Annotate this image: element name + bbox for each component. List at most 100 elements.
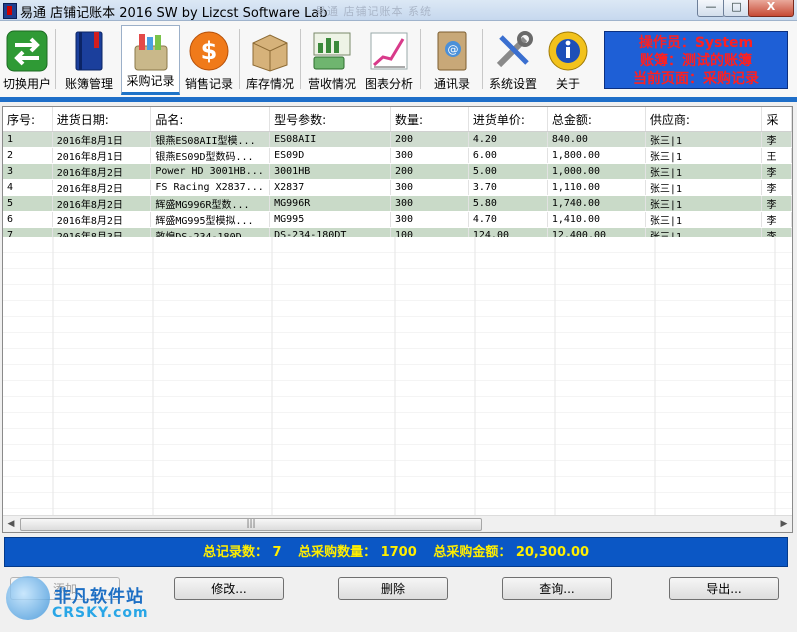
column-header[interactable]: 供应商: (645, 107, 763, 132)
toolbar-revenue-button[interactable]: 营收情况 (304, 25, 360, 95)
title-bar: 易通 店铺记账本 2016 SW by Lizcst Software Lab … (0, 0, 797, 21)
table-row[interactable]: 6 2016年8月2日 辉盛MG995型模拟... MG995 300 4.70… (3, 211, 792, 228)
table-cell: MG996R (269, 195, 391, 212)
toolbar-purchase-button[interactable]: 采购记录 (121, 25, 180, 95)
table-header-row: 序号: 进货日期: 品名: 型号参数: 数量: 进货单价: 总金额: 供应商: … (3, 107, 792, 132)
table-cell: 李 (761, 179, 792, 196)
svg-text:@: @ (448, 43, 459, 56)
table-cell: 1,410.00 (547, 211, 646, 228)
query-button[interactable]: 查询... (502, 577, 612, 600)
toolbar-divider (55, 29, 56, 89)
table-cell: 张三|1 (645, 163, 763, 180)
table-cell: 张三|1 (645, 211, 763, 228)
table-cell: 5.00 (468, 163, 548, 180)
ledger-text: 账簿：测试的账簿 (640, 53, 752, 69)
toolbar-about-button[interactable]: 关于 (542, 25, 594, 95)
table-cell: 4 (3, 179, 53, 196)
close-button[interactable]: X (748, 0, 794, 17)
table-cell: 6.00 (468, 147, 548, 164)
table-cell: Power HD 3001HB... (150, 163, 271, 180)
toolbar-label: 系统设置 (488, 77, 537, 91)
arrows-swap-icon (6, 30, 48, 72)
status-panel: 操作员：System 账簿：测试的账簿 当前页面：采购记录 (604, 31, 788, 89)
table-cell: 2016年8月1日 (52, 131, 152, 148)
records-table: 序号: 进货日期: 品名: 型号参数: 数量: 进货单价: 总金额: 供应商: … (3, 107, 792, 244)
toolbar-divider (482, 29, 483, 89)
table-row[interactable]: 3 2016年8月2日 Power HD 3001HB... 3001HB 20… (3, 163, 792, 180)
toolbar-label: 库存情况 (245, 77, 294, 91)
table-row[interactable]: 4 2016年8月2日 FS Racing X2837... X2837 300… (3, 179, 792, 196)
table-cell: 2 (3, 147, 53, 164)
table-cell: 张三|1 (645, 147, 763, 164)
column-header[interactable]: 进货日期: (52, 107, 152, 132)
operator-text: 操作员：System (638, 35, 754, 51)
toolbar-divider (300, 29, 301, 89)
toolbar-label: 切换用户 (2, 77, 51, 91)
column-header[interactable]: 型号参数: (269, 107, 391, 132)
faded-title-text: 易通 店铺记账本 系统 (315, 5, 432, 18)
table-cell: 1,110.00 (547, 179, 646, 196)
total-amount: 总采购金额： 20,300.00 (433, 545, 590, 560)
table-row[interactable]: 5 2016年8月2日 辉盛MG996R型数... MG996R 300 5.8… (3, 195, 792, 212)
book-icon (75, 31, 103, 71)
column-header[interactable]: 采 (761, 107, 792, 132)
scroll-right-arrow-icon[interactable]: ▶ (776, 516, 792, 532)
column-header[interactable]: 数量: (390, 107, 469, 132)
toolbar-switch-user-button[interactable]: 切换用户 (1, 25, 53, 95)
toolbar-accent-strip (0, 97, 797, 102)
maximize-button[interactable]: □ (723, 0, 750, 17)
table-cell: 3001HB (269, 163, 391, 180)
app-book-icon (3, 3, 17, 19)
tools-icon (496, 31, 533, 68)
table-row[interactable]: 2 2016年8月1日 银燕ES09D型数码... ES09D 300 6.00… (3, 147, 792, 164)
table-cell: 2016年8月2日 (52, 179, 152, 196)
box-icon (252, 34, 288, 72)
minimize-button[interactable]: — (697, 0, 725, 17)
toolbar-settings-button[interactable]: 系统设置 (485, 25, 541, 95)
table-cell: 张三|1 (645, 195, 763, 212)
purchase-records-table[interactable]: 序号: 进货日期: 品名: 型号参数: 数量: 进货单价: 总金额: 供应商: … (2, 106, 793, 533)
horizontal-scrollbar[interactable]: ◀ ||| ▶ (3, 515, 792, 532)
table-cell: 辉盛MG995型模拟... (150, 211, 271, 228)
address-book-icon: @ (437, 31, 467, 71)
column-header[interactable]: 品名: (150, 107, 271, 132)
watermark-domain: CRSKY.com (52, 605, 149, 621)
table-cell: ES09D (269, 147, 391, 164)
table-cell: 1,800.00 (547, 147, 646, 164)
column-header[interactable]: 总金额: (547, 107, 646, 132)
toolbar-divider (420, 29, 421, 89)
toolbar-contacts-button[interactable]: @ 通讯录 (424, 25, 480, 95)
table-cell: 张三|1 (645, 131, 763, 148)
scrollbar-thumb[interactable]: ||| (20, 518, 482, 531)
table-cell: 4.20 (468, 131, 548, 148)
table-cell: 3.70 (468, 179, 548, 196)
line-chart-icon (370, 32, 408, 70)
empty-grid-lines (52, 237, 776, 515)
export-button[interactable]: 导出... (669, 577, 779, 600)
info-icon (548, 31, 588, 71)
column-header[interactable]: 进货单价: (468, 107, 548, 132)
dollar-icon: $ (189, 31, 229, 71)
watermark-logo-icon (6, 576, 50, 620)
site-watermark: 非凡软件站 CRSKY.com (2, 572, 172, 630)
toolbar-divider (239, 29, 240, 89)
current-page-text: 当前页面：采购记录 (633, 71, 759, 87)
summary-bar: 总记录数： 7 总采购数量： 1700 总采购金额： 20,300.00 (4, 537, 788, 567)
scroll-left-arrow-icon[interactable]: ◀ (3, 516, 19, 532)
table-cell: 4.70 (468, 211, 548, 228)
table-cell: 3 (3, 163, 53, 180)
table-cell: 300 (390, 179, 469, 196)
toolbar-ledger-button[interactable]: 账簿管理 (59, 25, 119, 95)
delete-button[interactable]: 删除 (338, 577, 448, 600)
svg-text:$: $ (201, 37, 218, 65)
money-chart-icon (313, 32, 351, 70)
table-row[interactable]: 1 2016年8月1日 银燕ES08AII型模... ES08AII 200 4… (3, 131, 792, 148)
edit-button[interactable]: 修改... (174, 577, 284, 600)
table-cell: 2016年8月2日 (52, 211, 152, 228)
toolbar-charts-button[interactable]: 图表分析 (361, 25, 417, 95)
toolbar-inventory-button[interactable]: 库存情况 (242, 25, 298, 95)
table-cell: 张三|1 (645, 179, 763, 196)
toolbar-label: 营收情况 (307, 77, 356, 91)
column-header[interactable]: 序号: (3, 107, 53, 132)
toolbar-sales-button[interactable]: $ 销售记录 (181, 25, 237, 95)
